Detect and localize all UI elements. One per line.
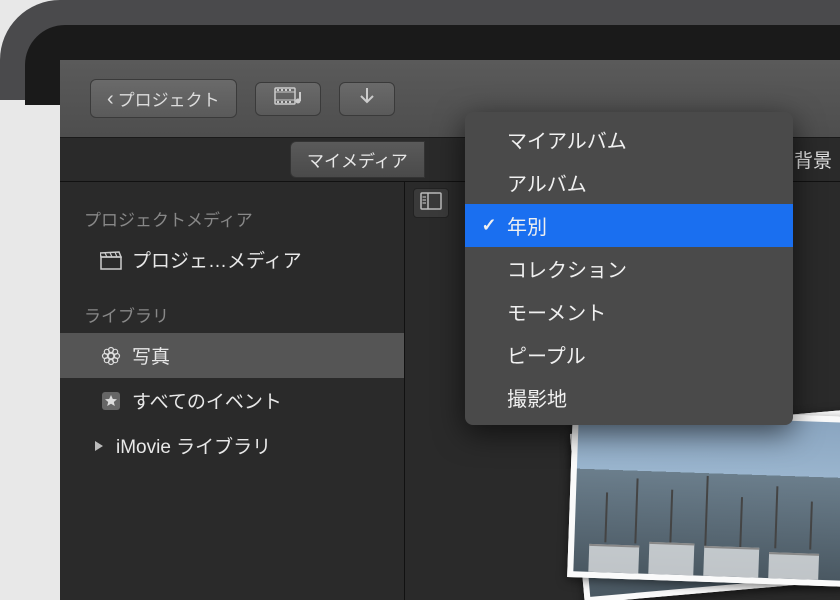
sidebar-heading-project-media: プロジェクトメディア (60, 200, 404, 237)
photo-thumbnail-stack[interactable] (570, 412, 840, 600)
sidebar-item-project-media[interactable]: プロジェ…メディア (60, 237, 404, 282)
filmstrip-music-icon (274, 86, 302, 111)
layout-toggle-button[interactable] (413, 188, 449, 218)
sidebar-item-label: iMovie ライブラリ (116, 432, 271, 459)
tab-my-media[interactable]: マイメディア (290, 141, 425, 178)
menu-item[interactable]: コレクション (465, 247, 793, 290)
menu-item-label: 撮影地 (507, 383, 567, 412)
sidebar: プロジェクトメディア プロジェ…メディア ライブラリ (60, 182, 405, 600)
menu-item[interactable]: ✓ 年別 (465, 204, 793, 247)
sidebar-item-label: 写真 (132, 342, 170, 369)
menu-item-label: モーメント (507, 297, 606, 326)
menu-item-label: マイアルバム (507, 125, 627, 154)
checkmark-icon: ✓ (479, 215, 499, 236)
star-badge-icon (100, 390, 122, 412)
tab-background[interactable]: 背景 (794, 146, 832, 173)
menu-item-label: アルバム (507, 168, 587, 197)
menu-item-label: コレクション (507, 254, 627, 283)
download-arrow-icon (358, 86, 376, 111)
import-button[interactable] (339, 82, 395, 116)
thumbnail-front (567, 407, 840, 587)
chevron-left-icon: ‹ (107, 89, 114, 109)
sidebar-heading-library: ライブラリ (60, 296, 404, 333)
sidebar-item-photos[interactable]: 写真 (60, 333, 404, 378)
menu-item-label: ピープル (507, 340, 586, 369)
sidebar-layout-icon (420, 192, 442, 215)
sidebar-item-label: すべてのイベント (132, 387, 282, 414)
clapperboard-icon (100, 249, 122, 271)
sidebar-item-imovie-library[interactable]: iMovie ライブラリ (60, 423, 404, 468)
menu-item[interactable]: マイアルバム (465, 118, 793, 161)
menu-item[interactable]: ピープル (465, 333, 793, 376)
menu-item[interactable]: アルバム (465, 161, 793, 204)
tab-my-media-label: マイメディア (307, 152, 408, 171)
sidebar-item-label: プロジェ…メディア (132, 246, 302, 273)
media-library-button[interactable] (255, 82, 321, 116)
menu-item[interactable]: モーメント (465, 290, 793, 333)
disclosure-triangle-icon[interactable] (92, 435, 106, 457)
sort-dropdown-menu: マイアルバムアルバム ✓ 年別コレクションモーメントピープル撮影地 (465, 112, 793, 425)
flower-icon (100, 345, 122, 367)
sidebar-item-all-events[interactable]: すべてのイベント (60, 378, 404, 423)
menu-item-label: 年別 (507, 211, 547, 240)
menu-item[interactable]: 撮影地 (465, 376, 793, 419)
tab-background-label: 背景 (794, 151, 832, 172)
back-button[interactable]: ‹ プロジェクト (90, 79, 237, 118)
back-button-label: プロジェクト (118, 86, 220, 111)
